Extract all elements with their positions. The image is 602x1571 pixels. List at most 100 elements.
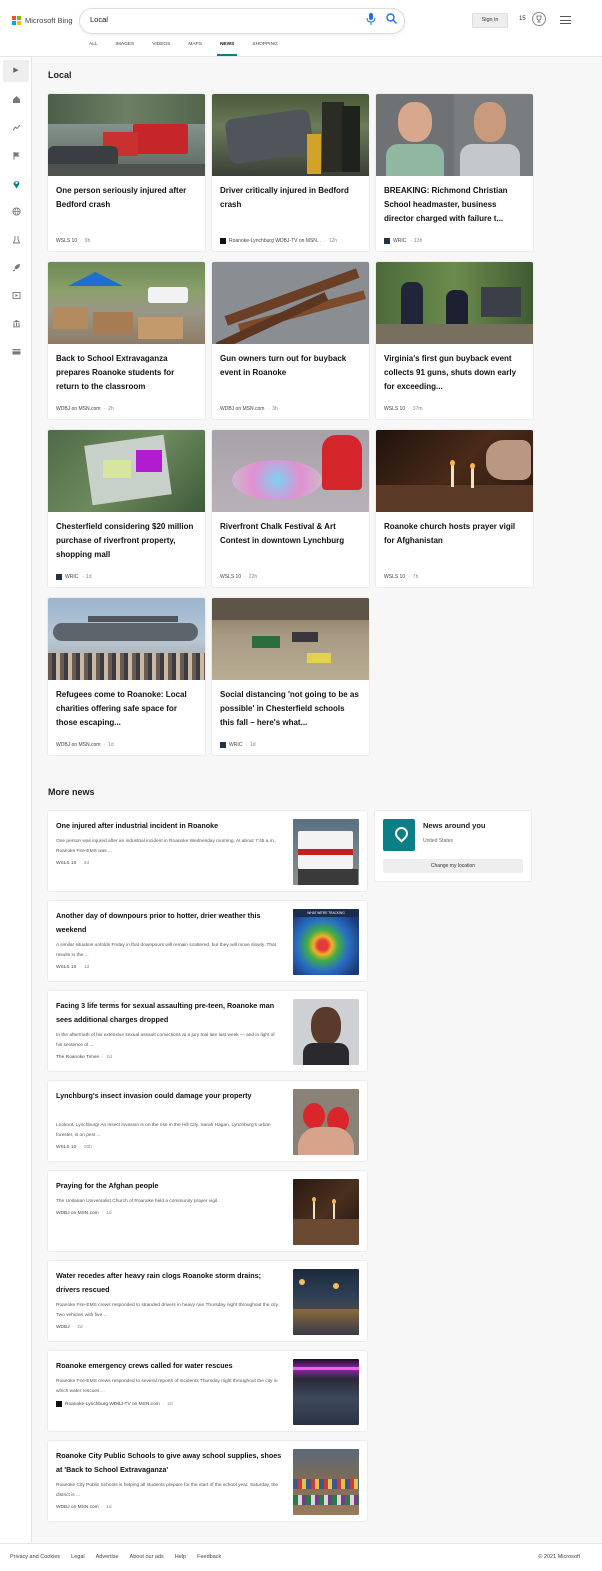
page-footer: Privacy and Cookies Legal Advertise Abou… [0,1543,602,1571]
thumbnail-vigil [293,1179,359,1245]
news-source: The Roanoke Times · 2d [56,1055,112,1060]
card-icon[interactable] [9,347,23,359]
expand-sidebar-icon[interactable]: ▶ [3,60,29,82]
news-card[interactable]: Refugees come to Roanoke: Local charitie… [48,598,205,755]
news-list-item[interactable]: Another day of downpours prior to hotter… [48,901,367,981]
globe-icon[interactable] [9,207,23,219]
news-card[interactable]: BREAKING: Richmond Christian School head… [376,94,533,251]
rewards-count[interactable]: 15 [519,16,526,22]
card-image-airplane [48,598,205,680]
microsoft-logo-icon [12,16,21,25]
card-source: WSLS 10 · 9h [56,238,91,244]
card-title[interactable]: Gun owners turn out for buyback event in… [220,352,361,380]
science-icon[interactable] [9,235,23,247]
news-card[interactable]: Gun owners turn out for buyback event in… [212,262,369,419]
tab-images[interactable]: IMAGES [107,41,144,57]
video-icon[interactable] [9,291,23,303]
news-card[interactable]: Virginia's first gun buyback event colle… [376,262,533,419]
news-list-item[interactable]: Praying for the Afghan people The Unitar… [48,1171,367,1251]
news-list-item[interactable]: Lynchburg's insect invasion could damage… [48,1081,367,1161]
card-title[interactable]: Chesterfield considering $20 million pur… [56,520,197,562]
card-image-wreck [212,94,369,176]
footer-links: Privacy and Cookies Legal Advertise Abou… [10,1554,221,1560]
card-title[interactable]: Roanoke church hosts prayer vigil for Af… [384,520,525,548]
rewards-trophy-icon[interactable] [532,12,546,26]
footer-link-legal[interactable]: Legal [71,1554,84,1560]
news-list-item[interactable]: Roanoke emergency crews called for water… [48,1351,367,1431]
search-icon[interactable] [385,13,397,27]
source-logo-icon [56,1401,62,1407]
flag-icon[interactable] [9,151,23,163]
news-title[interactable]: One injured after industrial incident in… [56,819,282,833]
card-image-candles [376,430,533,512]
news-card[interactable]: Social distancing 'not going to be as po… [212,598,369,755]
news-card[interactable]: Riverfront Chalk Festival & Art Contest … [212,430,369,587]
change-location-button[interactable]: Change my location [383,859,523,873]
card-title[interactable]: One person seriously injured after Bedfo… [56,184,197,212]
search-box[interactable]: Local [80,9,404,33]
tab-news[interactable]: NEWS [211,41,243,57]
news-snippet: A similar situation unfolds Friday in th… [56,943,277,958]
hamburger-menu-icon[interactable] [560,16,571,24]
trending-icon[interactable] [9,123,23,135]
news-title[interactable]: Roanoke emergency crews called for water… [56,1359,282,1373]
card-title[interactable]: Riverfront Chalk Festival & Art Contest … [220,520,361,548]
news-list-item[interactable]: Roanoke City Public Schools to give away… [48,1441,367,1521]
card-source: WSLS 10 · 7h [384,574,419,580]
card-title[interactable]: Driver critically injured in Bedford cra… [220,184,361,212]
section-title-more-news: More news [48,787,95,797]
card-title[interactable]: Back to School Extravaganza prepares Roa… [56,352,197,394]
card-title[interactable]: Refugees come to Roanoke: Local charitie… [56,688,197,730]
card-title[interactable]: BREAKING: Richmond Christian School head… [384,184,525,226]
card-image-aerial-map [48,430,205,512]
news-title[interactable]: Roanoke City Public Schools to give away… [56,1449,282,1477]
bank-icon[interactable] [9,319,23,331]
search-tabs: ALL IMAGES VIDEOS MAPS NEWS SHOPPING [80,41,287,57]
footer-link-about-ads[interactable]: About our ads [130,1554,164,1560]
news-card[interactable]: One person seriously injured after Bedfo… [48,94,205,251]
card-image-classroom [212,598,369,680]
tab-videos[interactable]: VIDEOS [143,41,179,57]
news-title[interactable]: Facing 3 life terms for sexual assaultin… [56,999,282,1027]
search-input[interactable]: Local [90,15,108,24]
news-list-item[interactable]: One injured after industrial incident in… [48,811,367,891]
bing-logo[interactable]: Microsoft Bing [12,16,73,25]
weather-banner: WHAT WE'RE TRACKING [293,909,359,917]
footer-link-advertise[interactable]: Advertise [96,1554,119,1560]
card-source: WSLS 10 · 37m [384,406,423,412]
location-icon[interactable] [9,179,23,191]
news-card[interactable]: Chesterfield considering $20 million pur… [48,430,205,587]
location-pin-icon [383,819,415,851]
tab-maps[interactable]: MAPS [179,41,211,57]
card-image-crash [48,94,205,176]
news-card[interactable]: Driver critically injured in Bedford cra… [212,94,369,251]
news-card[interactable]: Roanoke church hosts prayer vigil for Af… [376,430,533,587]
source-logo-icon [384,238,390,244]
news-list-item[interactable]: Water recedes after heavy rain clogs Roa… [48,1261,367,1341]
thumbnail-mugshot [293,999,359,1065]
news-source: WSLS 10 · 2d [56,861,90,866]
news-title[interactable]: Water recedes after heavy rain clogs Roa… [56,1269,282,1297]
news-title[interactable]: Another day of downpours prior to hotter… [56,909,282,937]
card-image-mugshots [376,94,533,176]
news-title[interactable]: Lynchburg's insect invasion could damage… [56,1089,282,1103]
news-snippet: Lookout, Lynchburg! An insect invasion i… [56,1123,271,1138]
home-icon[interactable] [9,95,23,107]
sign-in-button[interactable]: Sign in [472,13,508,28]
news-card[interactable]: Back to School Extravaganza prepares Roa… [48,262,205,419]
copyright: © 2021 Microsoft [538,1554,580,1560]
microphone-icon[interactable] [366,13,376,27]
rocket-icon[interactable] [9,263,23,275]
tab-shopping[interactable]: SHOPPING [243,41,286,57]
footer-link-privacy[interactable]: Privacy and Cookies [10,1554,60,1560]
news-title[interactable]: Praying for the Afghan people [56,1179,282,1193]
news-list-item[interactable]: Facing 3 life terms for sexual assaultin… [48,991,367,1071]
top-header: Microsoft Bing Local Sign in 15 ALL IMAG… [0,0,602,57]
footer-link-feedback[interactable]: Feedback [197,1554,221,1560]
news-snippet: One person was injured after an industri… [56,839,277,854]
tab-all[interactable]: ALL [80,41,107,57]
card-title[interactable]: Virginia's first gun buyback event colle… [384,352,525,394]
card-title[interactable]: Social distancing 'not going to be as po… [220,688,361,730]
logo-text: Microsoft Bing [25,16,73,25]
footer-link-help[interactable]: Help [175,1554,186,1560]
